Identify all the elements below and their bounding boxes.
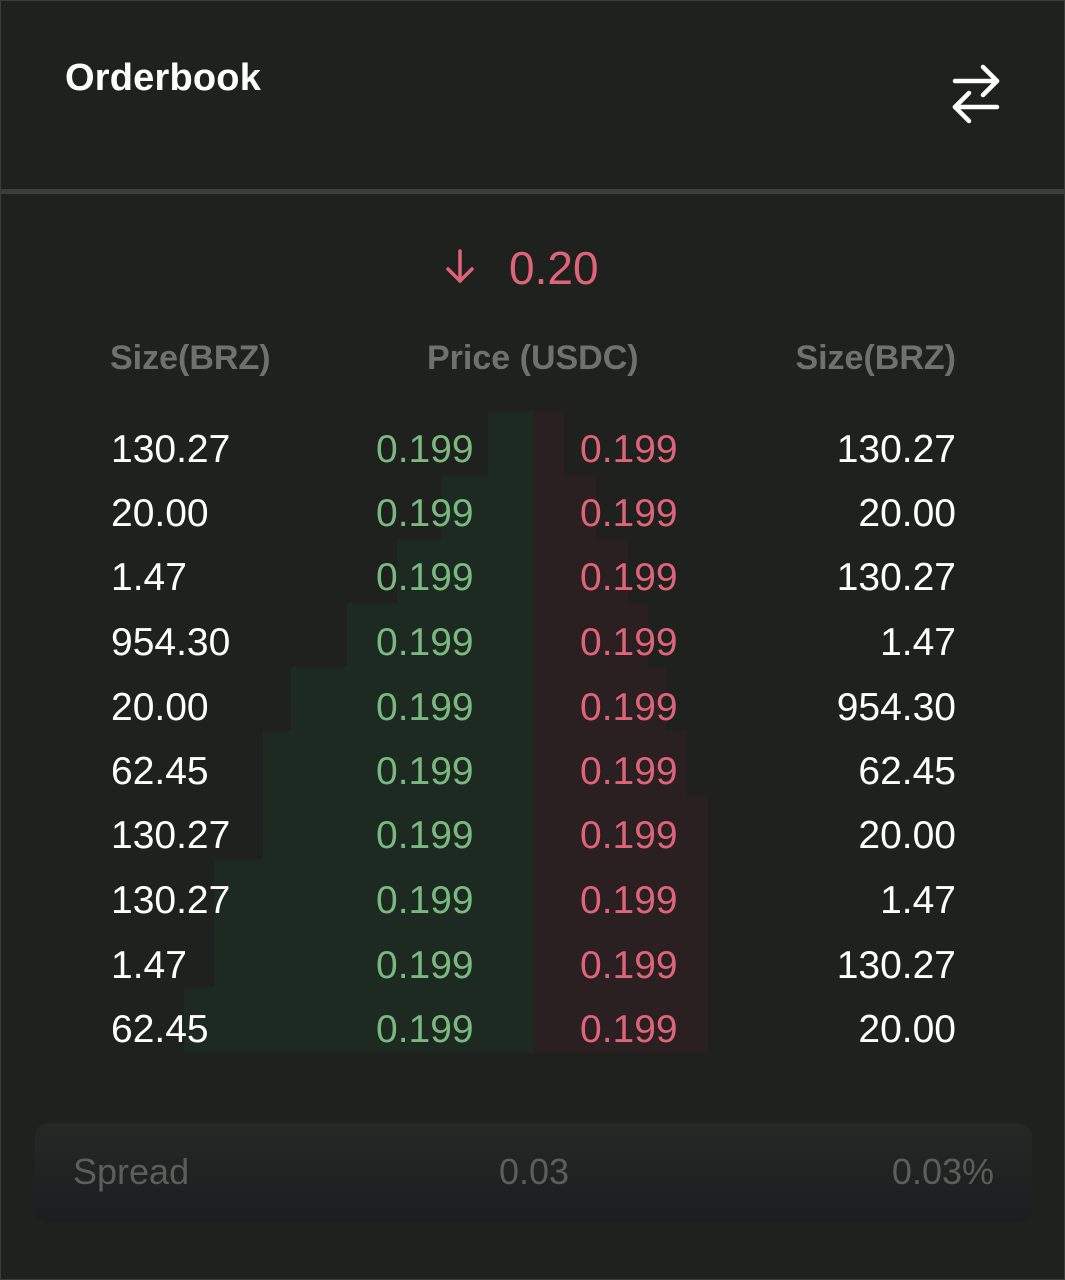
bid-depth-bar <box>214 859 534 923</box>
bid-size-cell[interactable]: 1.47 <box>111 942 187 990</box>
ask-price-cell[interactable]: 0.199 <box>580 812 678 860</box>
swap-arrows-icon[interactable] <box>945 63 1007 127</box>
ask-size-cell[interactable]: 130.27 <box>837 554 956 602</box>
spread-value: 0.03 <box>499 1151 570 1192</box>
orderbook-header: Orderbook <box>1 1 1064 189</box>
ask-size-cell[interactable]: 20.00 <box>858 812 956 860</box>
arrow-down-icon <box>443 247 477 287</box>
bid-price-cell[interactable]: 0.199 <box>376 684 474 732</box>
bid-size-cell[interactable]: 62.45 <box>111 748 209 796</box>
bid-price-cell[interactable]: 0.199 <box>376 877 474 925</box>
bid-size-cell[interactable]: 130.27 <box>111 812 230 860</box>
ask-size-cell[interactable]: 20.00 <box>858 490 956 538</box>
ask-size-cell[interactable]: 1.47 <box>880 877 956 925</box>
ask-price-cell[interactable]: 0.199 <box>580 684 678 732</box>
bid-size-cell[interactable]: 130.27 <box>111 877 230 925</box>
orderbook-title: Orderbook <box>65 57 262 99</box>
spread-bar: Spread 0.03 0.03% <box>35 1123 1032 1223</box>
bid-price-cell[interactable]: 0.199 <box>376 1006 474 1054</box>
spread-percent: 0.03% <box>891 1151 994 1192</box>
ask-price-cell[interactable]: 0.199 <box>580 619 678 667</box>
bid-price-cell[interactable]: 0.199 <box>376 812 474 860</box>
ask-size-cell[interactable]: 954.30 <box>837 684 956 732</box>
last-price-value: 0.20 <box>509 242 599 294</box>
bid-depth-bar <box>184 987 534 1053</box>
bid-size-cell[interactable]: 20.00 <box>111 684 209 732</box>
ask-size-cell[interactable]: 130.27 <box>837 426 956 474</box>
bid-price-cell[interactable]: 0.199 <box>376 619 474 667</box>
bid-depth-bar <box>214 923 534 987</box>
header-divider <box>1 189 1064 194</box>
bid-size-cell[interactable]: 130.27 <box>111 426 230 474</box>
orderbook-panel: Orderbook 0.20 Size(BRZ) Price (USDC) Si… <box>0 0 1065 1280</box>
ask-size-cell[interactable]: 62.45 <box>858 748 956 796</box>
ask-size-cell[interactable]: 1.47 <box>880 619 956 667</box>
bid-size-header: Size(BRZ) <box>110 339 271 377</box>
ask-size-header: Size(BRZ) <box>795 339 956 377</box>
bid-size-cell[interactable]: 62.45 <box>111 1006 209 1054</box>
ask-price-cell[interactable]: 0.199 <box>580 748 678 796</box>
ask-price-cell[interactable]: 0.199 <box>580 877 678 925</box>
price-header: Price (USDC) <box>427 339 639 377</box>
ask-price-cell[interactable]: 0.199 <box>580 942 678 990</box>
last-price: 0.20 <box>1 237 1064 297</box>
ask-size-cell[interactable]: 130.27 <box>837 942 956 990</box>
spread-label: Spread <box>73 1151 190 1192</box>
bid-size-cell[interactable]: 1.47 <box>111 554 187 602</box>
bid-price-cell[interactable]: 0.199 <box>376 426 474 474</box>
bid-price-cell[interactable]: 0.199 <box>376 554 474 602</box>
ask-price-cell[interactable]: 0.199 <box>580 490 678 538</box>
bid-size-cell[interactable]: 954.30 <box>111 619 230 667</box>
ask-size-cell[interactable]: 20.00 <box>858 1006 956 1054</box>
ask-price-cell[interactable]: 0.199 <box>580 426 678 474</box>
bid-depth-bar <box>488 411 534 475</box>
bid-price-cell[interactable]: 0.199 <box>376 942 474 990</box>
ask-price-cell[interactable]: 0.199 <box>580 1006 678 1054</box>
bid-size-cell[interactable]: 20.00 <box>111 490 209 538</box>
bid-price-cell[interactable]: 0.199 <box>376 490 474 538</box>
bid-price-cell[interactable]: 0.199 <box>376 748 474 796</box>
ask-price-cell[interactable]: 0.199 <box>580 554 678 602</box>
ask-depth-bar <box>534 411 564 475</box>
